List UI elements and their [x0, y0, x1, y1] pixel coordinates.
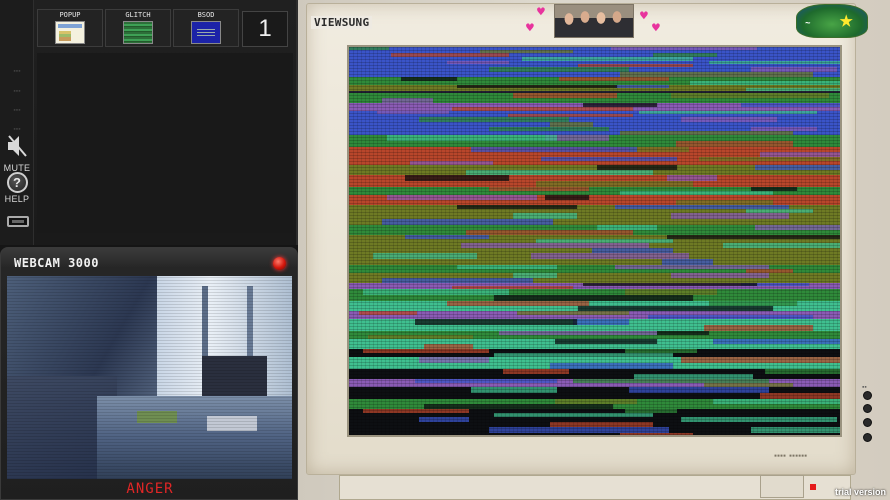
star-icon: ★ — [839, 5, 854, 33]
side-control-strip: ▪▪▪ ▪▪▪ ▪▪▪ ▪▪▪ MUTE ? HELP — [0, 0, 34, 245]
control-panel: ▪▪▪ ▪▪▪ ▪▪▪ ▪▪▪ MUTE ? HELP POPUP GLITCH… — [0, 0, 298, 245]
monitor-knob[interactable] — [863, 418, 872, 427]
glitch-app-button[interactable]: GLITCH — [105, 9, 171, 47]
heart-sticker-icon: ♥ — [526, 21, 534, 36]
emotion-label: ANGER — [126, 481, 174, 497]
heart-sticker-icon: ♥ — [652, 21, 660, 36]
trial-version-label: trial version — [834, 487, 886, 497]
feed-scanlines — [7, 276, 292, 479]
bsod-app-button[interactable]: BSOD — [173, 9, 239, 47]
popup-app-button[interactable]: POPUP — [37, 9, 103, 47]
popup-app-label: POPUP — [59, 11, 81, 19]
webcam-panel: WEBCAM 3000 ANGER — [0, 247, 298, 500]
band-photo-sticker — [554, 4, 634, 38]
indicator-label: ▪▪▪ — [13, 126, 21, 131]
monitor-knob[interactable] — [863, 433, 872, 442]
screen-scanlines — [349, 47, 840, 435]
webcam-feed — [7, 276, 292, 479]
logo-sticker: ★ ~ — [796, 4, 868, 38]
heart-sticker-icon: ♥ — [537, 5, 545, 20]
knob-label: ▪▪ — [862, 384, 867, 389]
glitch-thumbnail-icon — [123, 21, 153, 44]
monitor-brand-label: VIEWSUNG — [311, 16, 373, 29]
mute-button[interactable]: MUTE — [3, 134, 31, 173]
counter-display: 1 — [242, 11, 288, 47]
help-icon: ? — [6, 172, 28, 193]
indicator-label: ▪▪▪ — [13, 88, 21, 93]
empty-viewer-area — [37, 53, 293, 233]
indicator-label: ▪▪▪ — [13, 68, 21, 73]
monitor-knob[interactable] — [863, 391, 872, 400]
help-label: HELP — [4, 194, 30, 204]
webcam-title: WEBCAM 3000 — [14, 256, 99, 270]
power-led-icon — [810, 484, 816, 490]
logo-sticker-mark: ~ — [805, 18, 811, 28]
popup-thumbnail-icon — [55, 21, 85, 44]
bsod-app-label: BSOD — [197, 11, 215, 19]
glitched-screen[interactable] — [347, 45, 842, 437]
recording-indicator-icon — [273, 257, 286, 270]
bsod-thumbnail-icon — [191, 21, 221, 44]
speaker-muted-icon — [8, 135, 27, 157]
heart-sticker-icon: ♥ — [640, 9, 648, 24]
monitor-knob[interactable] — [863, 404, 872, 413]
monitor-model-text: ▪▪▪▪ ▪▪▪▪▪▪ — [774, 453, 808, 459]
cartridge-slot-icon[interactable] — [7, 216, 29, 227]
indicator-label: ▪▪▪ — [13, 107, 21, 112]
glitch-app-label: GLITCH — [125, 11, 151, 19]
monitor-base-slot — [760, 475, 804, 498]
help-button[interactable]: ? HELP — [3, 172, 31, 204]
